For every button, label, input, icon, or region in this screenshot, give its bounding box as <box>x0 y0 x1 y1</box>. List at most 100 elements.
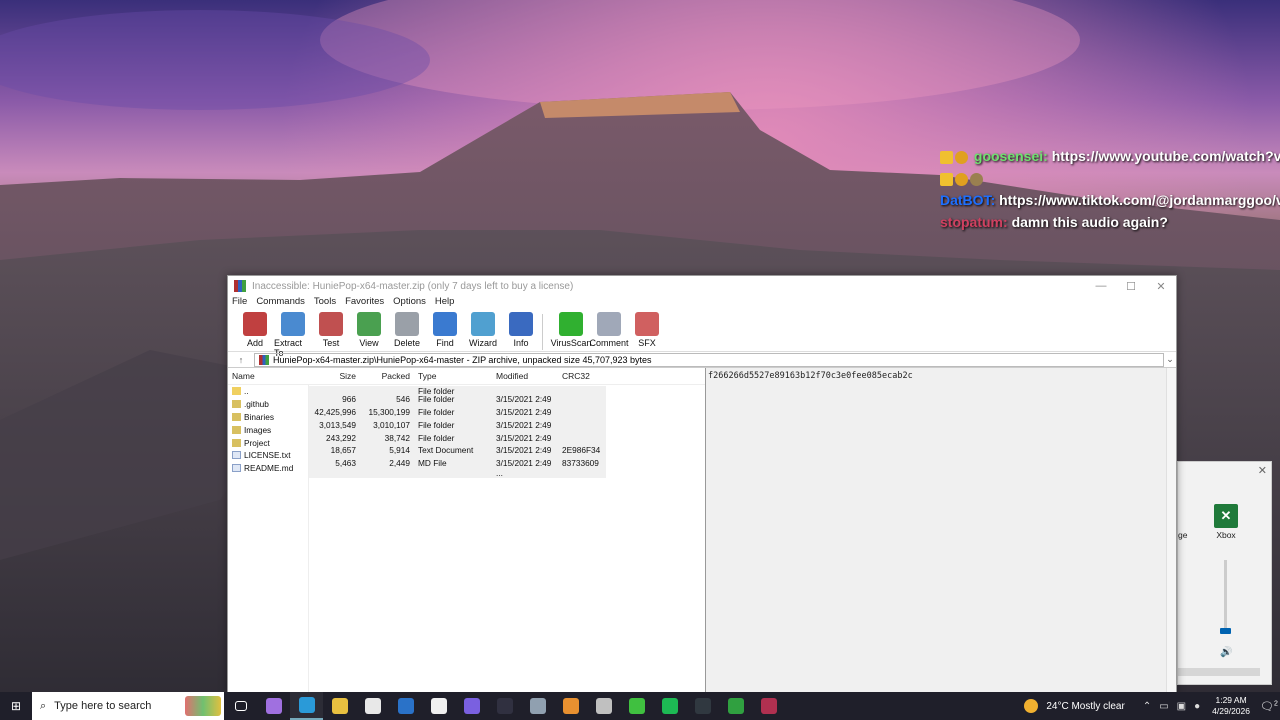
folder-icon <box>232 438 241 447</box>
subscriber-badge-icon <box>940 172 953 186</box>
toolbar-button-info[interactable]: Info <box>502 312 540 348</box>
file-size: 5,463 <box>335 458 356 469</box>
minimize-button[interactable]: — <box>1086 280 1116 292</box>
taskbar-app-winrar[interactable] <box>752 692 785 720</box>
toolbar-button-wizard[interactable]: Wizard <box>464 312 502 348</box>
chevron-up-icon[interactable]: ⌃ <box>1143 701 1151 712</box>
volume-mixer-flyout: ✕ ge ✕ Xbox 🔊 <box>1177 461 1272 685</box>
taskbar-app-notepad[interactable] <box>422 692 455 720</box>
toolbar-button-sfx[interactable]: SFX <box>628 312 666 348</box>
speaker-icon[interactable]: 🔊 <box>1220 647 1232 658</box>
toolbar-button-delete[interactable]: Delete <box>388 312 426 348</box>
taskbar-app-steam[interactable] <box>686 692 719 720</box>
taskbar-app-settings[interactable] <box>587 692 620 720</box>
horizontal-scrollbar[interactable] <box>1178 668 1260 676</box>
file-list[interactable]: Name Size Packed Type Modified CRC32 .. F… <box>228 368 706 694</box>
taskbar-app-edge[interactable] <box>290 692 323 720</box>
taskbar-app-copilot[interactable] <box>257 692 290 720</box>
menu-options[interactable]: Options <box>393 296 426 310</box>
taskbar-search[interactable]: ⌕ Type here to search <box>32 692 224 720</box>
address-bar: ↑ HuniePop-x64-master.zip\HuniePop-x64-m… <box>228 352 1176 368</box>
microphone-icon[interactable]: ● <box>1194 701 1200 712</box>
chevron-down-icon[interactable]: ⌄ <box>1164 354 1176 365</box>
close-button[interactable]: ✕ <box>1146 280 1176 293</box>
chat-message: goosensei: https://www.youtube.com/watch… <box>940 146 1280 168</box>
toolbar-button-find[interactable]: Find <box>426 312 464 348</box>
weather-icon <box>1024 699 1039 713</box>
taskbar-app-discord[interactable] <box>455 692 488 720</box>
chat-username: DatBOT <box>940 192 991 208</box>
app-label-partial: ge <box>1178 530 1188 540</box>
file-explorer-icon <box>331 698 348 714</box>
vertical-scrollbar[interactable] <box>1166 368 1176 694</box>
menu-file[interactable]: File <box>232 296 247 310</box>
toolbar: Add Extract To Test View Delete Find Wizard Inf… <box>228 310 1176 358</box>
col-packed[interactable]: Packed <box>358 371 412 381</box>
menu-tools[interactable]: Tools <box>314 296 336 310</box>
taskbar-app-store[interactable] <box>356 692 389 720</box>
col-size[interactable]: Size <box>308 371 358 381</box>
menu-commands[interactable]: Commands <box>256 296 305 310</box>
title-bar[interactable]: Inaccessible: HuniePop-x64-master.zip (o… <box>228 276 1176 296</box>
test-clipboard-icon <box>319 312 343 336</box>
zip-archive-icon <box>259 354 269 365</box>
volume-slider-track[interactable] <box>1224 560 1227 632</box>
info-icon <box>509 312 533 336</box>
chat-separator: : <box>1003 214 1012 230</box>
network-icon[interactable]: ▣ <box>1177 701 1186 712</box>
taskbar-app-task-view[interactable] <box>224 692 257 720</box>
file-row[interactable]: README.md 5,463 2,449 MD File 3/15/2021 2:49… <box>228 458 705 479</box>
steam-icon <box>694 698 711 714</box>
file-name: .github <box>244 399 269 410</box>
display-icon[interactable]: ▭ <box>1159 701 1168 712</box>
file-name-cell: .github <box>228 399 308 409</box>
weather-widget[interactable]: 24°C Mostly clear <box>1024 699 1125 713</box>
file-name-cell: LICENSE.txt <box>228 450 308 460</box>
col-crc32[interactable]: CRC32 <box>558 371 606 381</box>
taskbar-app-xbox[interactable] <box>719 692 752 720</box>
chat-username: goosensei <box>973 148 1044 164</box>
toolbar-button-view[interactable]: View <box>350 312 388 348</box>
notification-icon[interactable]: 🗨2 <box>1258 700 1280 713</box>
path-field[interactable]: HuniePop-x64-master.zip\HuniePop-x64-mas… <box>254 352 1164 367</box>
col-modified[interactable]: Modified <box>492 371 558 381</box>
file-crc: 83733609 <box>562 458 599 469</box>
divider <box>308 385 309 694</box>
col-name[interactable]: Name <box>228 371 308 381</box>
toolbar-button-virusscan[interactable]: VirusScan <box>551 312 591 348</box>
taskbar-app-fl-studio[interactable] <box>554 692 587 720</box>
taskbar-app-file-explorer[interactable] <box>323 692 356 720</box>
chat-badges <box>940 168 1280 190</box>
maximize-button[interactable]: ☐ <box>1116 280 1146 293</box>
file-type: MD File <box>418 458 447 469</box>
taskbar-app-outlook[interactable] <box>389 692 422 720</box>
spotify-icon <box>661 698 678 714</box>
toolbar-button-label: SFX <box>638 338 656 348</box>
menu-help[interactable]: Help <box>435 296 455 310</box>
file-name: Binaries <box>244 411 274 422</box>
comment-text: f266266d5527e89163b12f70c3e0fee085ecab2c <box>708 371 913 381</box>
toolbar-button-extract-to[interactable]: Extract To <box>274 312 312 358</box>
folder-icon <box>232 387 241 396</box>
clock[interactable]: 1:29 AM 4/29/2026 <box>1212 695 1250 717</box>
taskbar-app-razer[interactable] <box>620 692 653 720</box>
menu-favorites[interactable]: Favorites <box>345 296 384 310</box>
close-icon[interactable]: ✕ <box>1258 464 1267 477</box>
task-view-icon <box>234 701 247 711</box>
taskbar-app-obs[interactable] <box>488 692 521 720</box>
folder-icon <box>232 400 241 409</box>
col-type[interactable]: Type <box>412 371 492 381</box>
chat-text: damn this audio again? <box>1011 214 1168 230</box>
taskbar-app-spotify[interactable] <box>653 692 686 720</box>
windows-start-icon[interactable]: ⊞ <box>0 692 32 720</box>
toolbar-button-comment[interactable]: Comment <box>590 312 629 348</box>
file-name-cell: Images <box>228 425 308 435</box>
xbox-icon <box>727 698 744 714</box>
volume-slider-thumb[interactable] <box>1220 628 1231 634</box>
toolbar-button-label: Test <box>322 338 340 348</box>
toolbar-button-test[interactable]: Test <box>312 312 350 348</box>
taskbar-app-app[interactable] <box>521 692 554 720</box>
up-arrow-icon[interactable]: ↑ <box>228 355 254 365</box>
toolbar-button-add[interactable]: Add <box>236 312 274 348</box>
file-icon <box>232 464 241 473</box>
